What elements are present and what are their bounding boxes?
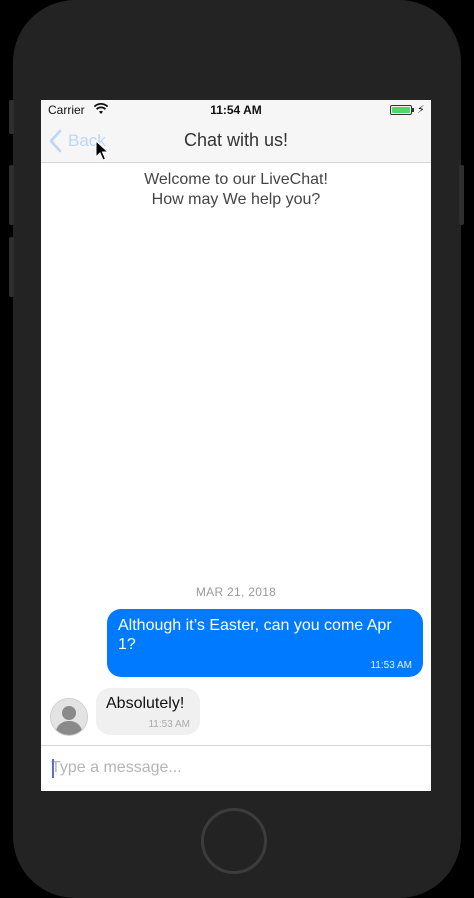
message-time: 11:53 AM <box>370 660 412 671</box>
user-avatar-icon <box>50 698 88 736</box>
date-separator: MAR 21, 2018 <box>195 585 277 599</box>
person-silhouette-icon <box>51 699 87 735</box>
message-composer <box>41 745 431 791</box>
volume-down-button <box>9 237 14 297</box>
home-button[interactable] <box>201 808 267 874</box>
mouse-pointer-icon <box>95 140 109 161</box>
mute-switch <box>9 100 14 134</box>
volume-up-button <box>9 165 14 225</box>
text-caret <box>52 759 54 778</box>
message-time: 11:53 AM <box>148 719 190 730</box>
message-input[interactable] <box>51 754 421 782</box>
welcome-message: Welcome to our LiveChat! How may We help… <box>41 170 431 210</box>
status-bar: Carrier 11:54 AM ⚡ <box>41 100 431 120</box>
battery-icon <box>390 105 412 115</box>
battery-nub <box>412 108 414 112</box>
outgoing-message-bubble[interactable]: Although it’s Easter, can you come Apr 1… <box>107 609 423 677</box>
status-time: 11:54 AM <box>210 103 262 117</box>
power-button <box>459 165 464 225</box>
message-text: Absolutely! <box>106 695 185 712</box>
bolt-icon: ⚡ <box>417 104 425 116</box>
incoming-message-bubble[interactable]: Absolutely! 11:53 AM <box>96 688 200 735</box>
welcome-line-2: How may We help you? <box>151 191 321 208</box>
welcome-line-1: Welcome to our LiveChat! <box>144 171 328 188</box>
app-screen: Carrier 11:54 AM ⚡ Back Chat with us! We… <box>41 100 431 791</box>
message-text: Although it’s Easter, can you come Apr 1… <box>118 617 392 653</box>
